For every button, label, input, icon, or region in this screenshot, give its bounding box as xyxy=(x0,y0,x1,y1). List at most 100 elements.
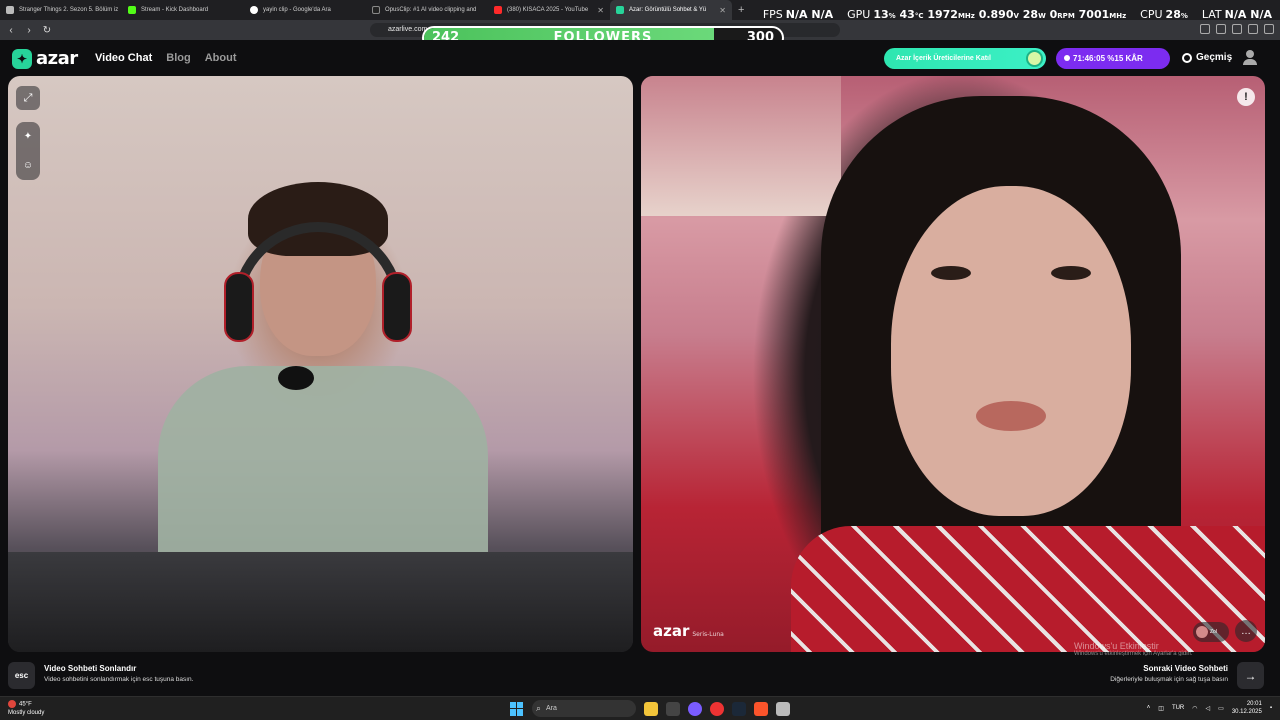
steam-icon[interactable] xyxy=(732,701,746,716)
nav-about[interactable]: About xyxy=(205,52,237,64)
remote-handle: Seris-Luna xyxy=(692,631,724,638)
battery-icon[interactable]: ▭ xyxy=(1218,705,1224,712)
next-chat-button[interactable]: → xyxy=(1237,662,1264,689)
volume-icon[interactable]: ◁ xyxy=(1206,705,1211,712)
tab-title: yayin clip - Google'da Ara xyxy=(263,7,331,13)
forward-icon[interactable]: › xyxy=(22,25,36,36)
video-subject-face xyxy=(891,186,1131,516)
chevron-up-icon[interactable]: ˄ xyxy=(1147,705,1151,711)
next-chat-hint: Diğerleriyle buluşmak için sağ tuşa bası… xyxy=(1110,676,1228,683)
taskbar-clock[interactable]: 20:01 30.12.2025 xyxy=(1232,700,1262,716)
main-nav: Video Chat Blog About xyxy=(95,52,236,64)
extension-icon[interactable] xyxy=(1248,24,1258,34)
browser-tab[interactable]: Stranger Things 2. Sezon 5. Bölüm iz xyxy=(0,0,122,20)
new-tab-button[interactable]: + xyxy=(738,4,744,16)
tab-title: Stream - Kick Dashboard xyxy=(141,7,209,13)
file-explorer-icon[interactable] xyxy=(644,701,658,716)
browser-tab-active[interactable]: Azar: Görüntülü Sohbet & Yü ✕ xyxy=(610,0,732,20)
background-shelf xyxy=(641,76,841,216)
video-subject-mouth xyxy=(976,401,1046,431)
weather-temp: 45°F xyxy=(19,701,32,708)
expand-icon[interactable]: ⤢ xyxy=(16,86,40,110)
tab-favicon xyxy=(6,6,14,14)
browser-tab[interactable]: OpusClip: #1 AI video clipping and xyxy=(366,0,488,20)
extensions-area xyxy=(1200,24,1274,34)
browser-tab[interactable]: (380) KISACA 2025 - YouTube ✕ xyxy=(488,0,610,20)
weather-icon xyxy=(8,700,16,708)
azar-icon xyxy=(616,6,624,14)
remote-video-panel: ! azar Seris-Luna Zol … xyxy=(641,76,1265,652)
local-video-panel: ⤢ ✦ ☺ xyxy=(8,76,633,652)
taskbar-search[interactable]: Ara xyxy=(532,700,636,717)
browser-tab[interactable]: yayin clip - Google'da Ara xyxy=(244,0,366,20)
logo-text: azar xyxy=(36,48,78,69)
promo-timer: 71:46:05 xyxy=(1073,54,1106,63)
coin-icon xyxy=(1026,50,1043,67)
gift-button[interactable]: Zol xyxy=(1193,622,1229,642)
wifi-icon[interactable]: ◠ xyxy=(1192,705,1197,712)
azar-logo[interactable]: ✦ azar xyxy=(12,48,78,69)
promo-button[interactable]: 71:46:05 %15 KÂR xyxy=(1056,48,1170,69)
google-icon xyxy=(250,6,258,14)
report-icon[interactable]: ! xyxy=(1237,88,1255,106)
close-icon[interactable]: ✕ xyxy=(719,6,726,15)
network-icon[interactable]: ◫ xyxy=(1158,705,1164,712)
windows-activation-watermark: Windows'u Etkinleştir Windows'u etkinleş… xyxy=(1074,641,1193,657)
weather-desc: Mostly cloudy xyxy=(8,709,45,716)
system-tray: ˄ ◫ TUR ◠ ◁ ▭ 20:01 30.12.2025 ▪ xyxy=(1147,700,1272,716)
headset-earcup xyxy=(224,272,254,342)
clock-date: 30.12.2025 xyxy=(1231,709,1262,715)
menu-icon[interactable] xyxy=(1264,24,1274,34)
azar-watermark: azar Seris-Luna xyxy=(653,622,724,640)
effects-toolbar: ✦ ☺ xyxy=(16,122,40,180)
youtube-icon xyxy=(494,6,502,14)
timer-icon xyxy=(1064,55,1070,61)
tab-favicon xyxy=(128,6,136,14)
nav-blog[interactable]: Blog xyxy=(166,52,190,64)
extension-icon[interactable] xyxy=(1216,24,1226,34)
app-icon[interactable] xyxy=(776,701,790,716)
taskbar-apps: Ara xyxy=(510,700,790,717)
join-creators-button[interactable]: Azar İçerik Üreticilerine Katıl xyxy=(884,48,1046,69)
tab-title: OpusClip: #1 AI video clipping and xyxy=(385,7,477,13)
browser-tab[interactable]: Stream - Kick Dashboard xyxy=(122,0,244,20)
start-icon[interactable] xyxy=(510,701,524,716)
end-chat-hint: Video sohbetini sonlandırmak için esc tu… xyxy=(44,676,194,683)
app-header: ✦ azar Video Chat Blog About Azar İçerik… xyxy=(0,40,1280,76)
face-mask-icon[interactable]: ☺ xyxy=(16,151,40,180)
headset-earcup xyxy=(382,272,412,342)
weather-widget[interactable]: 45°F Mostly cloudy xyxy=(8,700,44,717)
next-chat-title: Sonraki Video Sohbeti xyxy=(1143,664,1228,673)
nav-video-chat[interactable]: Video Chat xyxy=(95,52,152,64)
sparkle-effects-icon[interactable]: ✦ xyxy=(16,122,40,151)
tab-favicon xyxy=(372,6,380,14)
brave-icon[interactable] xyxy=(754,701,768,716)
chat-icon[interactable]: … xyxy=(1235,620,1257,642)
history-button[interactable]: Geçmiş xyxy=(1182,52,1232,63)
profile-avatar[interactable] xyxy=(1242,50,1258,66)
app-icon[interactable] xyxy=(666,701,680,716)
reload-icon[interactable]: ↻ xyxy=(40,25,54,36)
end-chat-button[interactable]: esc xyxy=(8,662,35,689)
tab-title: Azar: Görüntülü Sohbet & Yü xyxy=(629,7,707,13)
windows-taskbar: 45°F Mostly cloudy Ara ˄ ◫ TUR ◠ ◁ ▭ 20:… xyxy=(0,696,1280,720)
clock-time: 20:01 xyxy=(1246,701,1262,707)
app-icon[interactable] xyxy=(688,701,702,716)
azar-logo-icon: ✦ xyxy=(12,48,32,69)
close-icon[interactable]: ✕ xyxy=(597,6,604,15)
chat-controls-bar: esc Video Sohbeti Sonlandır Video sohbet… xyxy=(0,656,1280,696)
join-creators-label: Azar İçerik Üreticilerine Katıl xyxy=(896,55,991,62)
tab-title: (380) KISACA 2025 - YouTube xyxy=(507,7,589,13)
clock-icon xyxy=(1182,52,1192,63)
notification-icon[interactable]: ▪ xyxy=(1270,705,1272,711)
app-icon[interactable] xyxy=(710,701,724,716)
extension-icon[interactable] xyxy=(1232,24,1242,34)
microphone xyxy=(278,366,314,390)
gift-label: Zol xyxy=(1210,629,1217,635)
extension-icon[interactable] xyxy=(1200,24,1210,34)
language-indicator[interactable]: TUR xyxy=(1172,705,1184,711)
user-icon-body xyxy=(1243,59,1257,65)
activation-title: Windows'u Etkinleştir xyxy=(1074,641,1159,651)
back-icon[interactable]: ‹ xyxy=(4,25,18,36)
tab-title: Stranger Things 2. Sezon 5. Bölüm iz xyxy=(19,7,119,13)
